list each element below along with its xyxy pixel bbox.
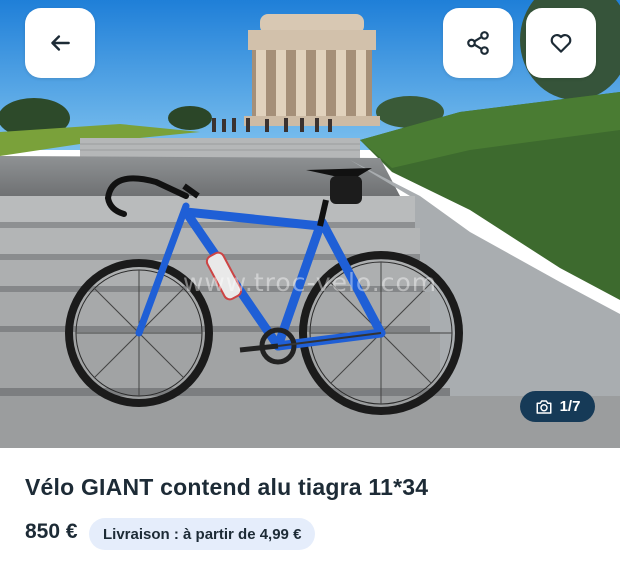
watermark: www.troc-velo.com [182,268,438,297]
listing-photo[interactable]: www.troc-velo.com 1/7 [0,0,620,448]
share-button[interactable] [443,8,513,78]
photo-counter-text: 1/7 [559,398,581,415]
price: 850 € [25,520,78,543]
arrow-left-icon [51,35,70,51]
delivery-badge: Livraison : à partir de 4,99 € [89,518,316,550]
camera-icon [536,399,552,414]
share-icon [467,31,489,55]
back-button[interactable] [25,8,95,78]
favorite-button[interactable] [526,8,596,78]
monument [244,14,380,126]
listing-title: Vélo GIANT contend alu tiagra 11*34 [25,474,429,500]
heart-icon [550,34,572,53]
photo-counter[interactable]: 1/7 [520,391,595,422]
